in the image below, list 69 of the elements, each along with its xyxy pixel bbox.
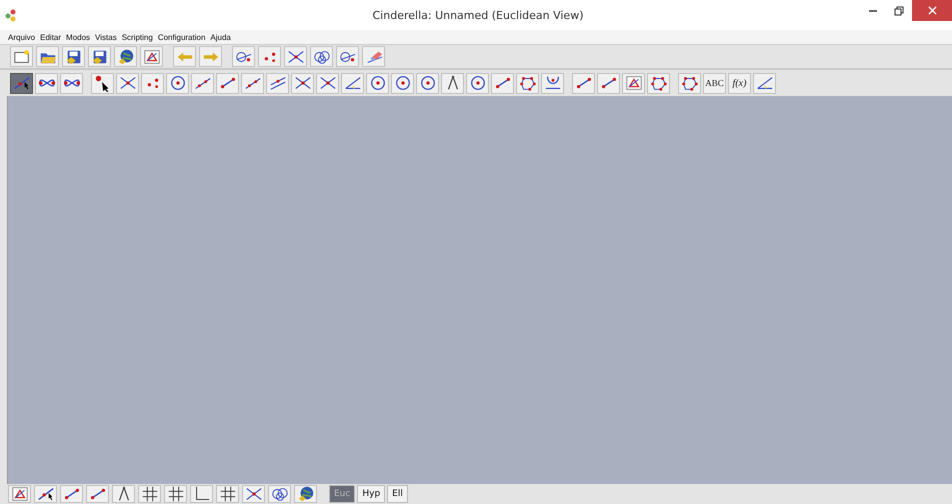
save-button[interactable] (62, 46, 85, 67)
circle-tool-button[interactable] (391, 72, 414, 94)
close-icon (928, 6, 936, 15)
menu-item[interactable]: Scripting (122, 32, 153, 42)
crossing-lines-button[interactable] (284, 46, 307, 67)
line-tool-button[interactable] (241, 72, 264, 94)
move-icon (12, 74, 30, 92)
circle-tool-button[interactable] (166, 72, 189, 94)
segment-tool-button[interactable] (597, 72, 620, 94)
intersection-tool-button[interactable] (116, 72, 139, 94)
grid-icon (140, 485, 158, 503)
segment-tool-button[interactable] (572, 72, 595, 94)
crossing-lines-tool-button[interactable] (291, 72, 314, 94)
menu-item[interactable]: Configuration (158, 32, 206, 42)
menu-item[interactable]: Ajuda (210, 32, 231, 42)
menu-item[interactable]: Vistas (95, 32, 117, 42)
grid-button[interactable] (164, 485, 187, 503)
polygon-tool-button[interactable] (516, 72, 539, 94)
globe-button[interactable] (114, 46, 137, 67)
triangle-button[interactable] (140, 46, 163, 67)
restore-icon (894, 6, 904, 16)
move-tool-button[interactable] (10, 72, 33, 94)
circle-icon (368, 74, 386, 92)
polygon-icon (518, 74, 536, 92)
circle-icon (168, 74, 186, 92)
parabola-tool-button[interactable] (541, 72, 564, 94)
close-button[interactable] (912, 0, 952, 21)
circle-tool-button[interactable] (366, 72, 389, 94)
parallel-lines-icon (268, 74, 286, 92)
angle-tool-button[interactable] (753, 72, 776, 94)
segment-tool-button[interactable] (216, 72, 239, 94)
eraser-button[interactable] (362, 46, 385, 67)
menu-item[interactable]: Arquivo (8, 32, 36, 42)
grid-button[interactable] (138, 485, 161, 503)
line-tool-button[interactable] (191, 72, 214, 94)
curve-tool-button[interactable] (35, 72, 58, 94)
window-title: Cinderella: Unnamed (Euclidean View) (372, 8, 584, 22)
new-document-icon (12, 48, 30, 66)
curve-point-tool-button[interactable] (60, 72, 83, 94)
minimize-icon (869, 10, 877, 12)
function-tool-button[interactable]: f(x) (728, 72, 751, 94)
open-folder-button[interactable] (36, 46, 59, 67)
points-button[interactable] (258, 46, 281, 67)
point-tool-button[interactable] (91, 72, 114, 94)
save-as-icon (90, 48, 108, 66)
save-icon (64, 48, 82, 66)
app-logo-icon (4, 8, 18, 22)
circles-button[interactable] (310, 46, 333, 67)
parabola-icon (544, 74, 562, 92)
angle-tool-button[interactable] (341, 72, 364, 94)
axes-button[interactable] (190, 485, 213, 503)
point-icon (94, 74, 112, 92)
geometry-button[interactable]: Ell (387, 485, 408, 503)
parallel-lines-tool-button[interactable] (266, 72, 289, 94)
circle-icon (394, 74, 412, 92)
geometry-button[interactable]: Hyp (357, 485, 386, 503)
menu-item[interactable]: Editar (40, 32, 62, 42)
circle-point-button[interactable] (232, 46, 255, 67)
menu-item[interactable]: Modos (66, 32, 90, 42)
triangle-tool-button[interactable] (622, 72, 645, 94)
save-as-button[interactable] (88, 46, 111, 67)
circle-point-button[interactable] (336, 46, 359, 67)
midpoint-tool-button[interactable] (141, 72, 164, 94)
text-tool-button[interactable]: ABC (703, 72, 726, 94)
new-document-button[interactable] (10, 46, 33, 67)
grid-icon (218, 485, 236, 503)
globe-icon (116, 48, 134, 66)
grid-button[interactable] (216, 485, 239, 503)
grid-icon (166, 485, 184, 503)
